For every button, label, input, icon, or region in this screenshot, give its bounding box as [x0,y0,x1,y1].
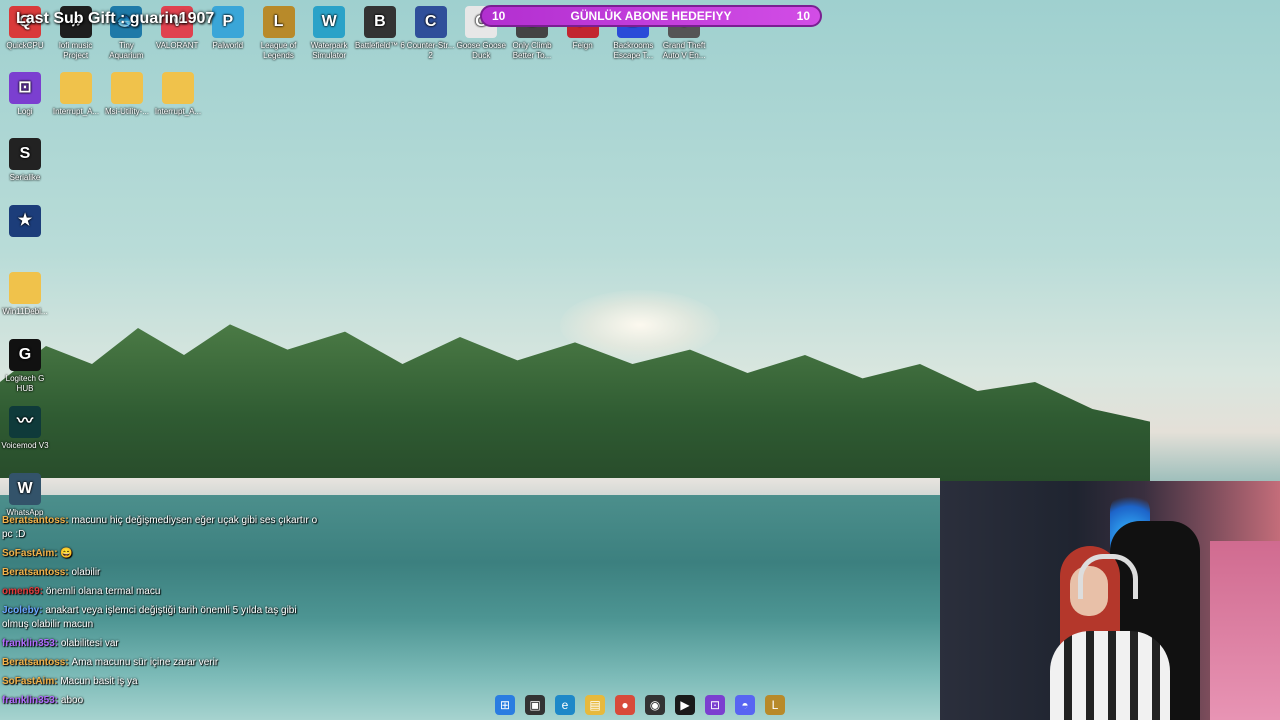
logi-icon: ⊡ [9,72,41,104]
desktop-shortcut-label: Logi [17,107,33,116]
chat-text: olabilitesi var [60,638,119,649]
desktop-shortcut[interactable]: Interrupt_A... [51,72,101,117]
desktop-shortcut[interactable]: ⊡ Logi [0,72,50,117]
folder-icon [111,72,143,104]
goal-title: GÜNLÜK ABONE HEDEFIYY [570,9,732,23]
chat-text: anakart veya işlemci değiştiği tarih öne… [2,605,297,630]
chat-message: SoFastAim: Macun basit iş ya [2,675,322,689]
chat-text: Ama macunu sür içine zarar verir [71,657,219,668]
desktop-shortcut[interactable]: Interrupt_A... [153,72,203,117]
chat-text: Macun basit iş ya [60,676,138,687]
desktop-shortcut-label: League of Legends [260,41,297,60]
windows-start-icon[interactable]: ⊞ [495,695,515,715]
headset-icon [1078,554,1138,599]
chat-message: Beratsantoss: Ama macunu sür içine zarar… [2,656,322,670]
nvidia-icon[interactable]: ▶ [675,695,695,715]
discord-icon[interactable]: ◓ [735,695,755,715]
waterpark-icon: W [313,6,346,38]
goal-current-count: 10 [492,9,506,23]
desktop-shortcut-label: Voicemod V3 [1,441,49,450]
chrome-icon[interactable]: ● [615,695,635,715]
task-view-icon[interactable]: ▣ [525,695,545,715]
desktop-shortcut-label: Palworld [212,41,244,50]
desktop-shortcut[interactable]: ★ [0,205,50,240]
desktop-shortcut[interactable]: Msi-Utility-... [102,72,152,117]
palworld-icon: P [211,6,244,38]
chat-message: omen69: önemli olana termal macu [2,585,322,599]
chat-text: olabilir [71,567,101,578]
goal-target-count: 10 [796,9,810,23]
desktop-shortcut-label: Counter-Str... 2 [406,41,455,60]
desktop-shortcut-label: Only Climb Better To... [512,41,552,60]
chat-username: Beratsantoss: [2,515,72,526]
folder-icon [60,72,92,104]
league-icon[interactable]: L [765,695,785,715]
folder-icon [9,272,41,304]
chat-username: Beratsantoss: [2,657,72,668]
desktop-shortcut[interactable]: W WhatsApp [0,473,50,518]
desktop-shortcut-label: Grand Theft Auto V En... [662,41,706,60]
desktop-shortcut-label: QuickCPU [6,41,44,50]
chat-message: franklin353: aboo [2,694,322,708]
game-icon: ★ [9,205,41,237]
desktop-shortcut[interactable]: W Waterpark Simulator [304,6,354,61]
desktop-shortcut-label: Msi-Utility-... [105,107,149,116]
whatsapp-icon: W [9,473,41,505]
chat-text: önemli olana termal macu [45,586,161,597]
last-sub-gift-label: Last Sub Gift : guarin1907 [16,10,215,27]
edge-icon[interactable]: e [555,695,575,715]
chat-message: Beratsantoss: macunu hiç değişmediysen e… [2,514,322,542]
file-explorer-icon[interactable]: ▤ [585,695,605,715]
desktop-shortcut-label: Feign [572,41,593,50]
serialike-icon: S [9,138,41,170]
streamer [1050,546,1170,720]
desktop-shortcut[interactable]: C Counter-Str... 2 [406,6,456,61]
battlefield-icon: B [363,6,396,38]
desktop-shortcut-label: Tiny Aquarium [109,41,144,60]
ghub-icon: G [9,339,41,371]
chat-username: franklin353: [2,638,61,649]
desktop-shortcut[interactable]: 〰 Voicemod V3 [0,406,50,451]
desktop-shortcut[interactable]: Win11Debl... [0,272,50,317]
desktop-shortcut[interactable]: B Battlefield™ 6 [355,6,405,51]
desktop-shortcut[interactable]: G Logitech G HUB [0,339,50,394]
chat-username: Beratsantoss: [2,567,72,578]
chat-message: franklin353: olabilitesi var [2,637,322,651]
desktop-shortcut-label: Logitech G HUB [5,374,45,393]
chat-username: SoFastAim: [2,676,61,687]
chat-message: Beratsantoss: olabilir [2,566,322,580]
chat-text: aboo [60,695,84,706]
desktop-shortcut-label: Waterpark Simulator [310,41,348,60]
cs2-icon: C [414,6,447,38]
taskbar: ⊞ ▣ e ▤ ● ◉ ▶ ⊡ ◓ L [490,690,790,720]
desktop-shortcut-label: Serialike [9,173,41,182]
obs-icon[interactable]: ◉ [645,695,665,715]
pink-decor [1210,541,1280,720]
chat-message: Jcoleby: anakart veya işlemci değiştiği … [2,604,322,632]
webcam-feed [940,481,1280,720]
stream-chat: Beratsantoss: macunu hiç değişmediysen e… [2,514,322,713]
desktop-shortcut-label: Interrupt_A... [52,107,100,116]
chat-message: SoFastAim: 😄 [2,547,322,561]
desktop-shortcut-label: Goose Goose Duck [456,41,506,60]
daily-sub-goal-bar: 10 GÜNLÜK ABONE HEDEFIYY 10 [480,5,822,27]
chat-username: SoFastAim: [2,548,61,559]
chat-username: omen69: [2,586,46,597]
voicemod-icon: 〰 [9,406,41,438]
desktop-shortcut[interactable]: S Serialike [0,138,50,183]
logi-icon[interactable]: ⊡ [705,695,725,715]
desktop-shortcut[interactable]: L League of Legends [254,6,304,61]
desktop-shortcut-label: Win11Debl... [2,307,48,316]
desktop-shortcut-label: Battlefield™ 6 [354,41,405,50]
desktop-shortcut-label: lofi music Project [59,41,93,60]
chat-username: franklin353: [2,695,61,706]
chat-text: 😄 [60,548,73,559]
streamer-hoodie [1050,631,1170,720]
desktop-shortcut-label: Interrupt_A... [154,107,202,116]
desktop-shortcut-label: VALORANT [155,41,199,50]
lol-icon: L [262,6,295,38]
folder-icon [162,72,194,104]
desktop-shortcut-label: Backrooms Escape T... [613,41,654,60]
chat-username: Jcoleby: [2,605,46,616]
